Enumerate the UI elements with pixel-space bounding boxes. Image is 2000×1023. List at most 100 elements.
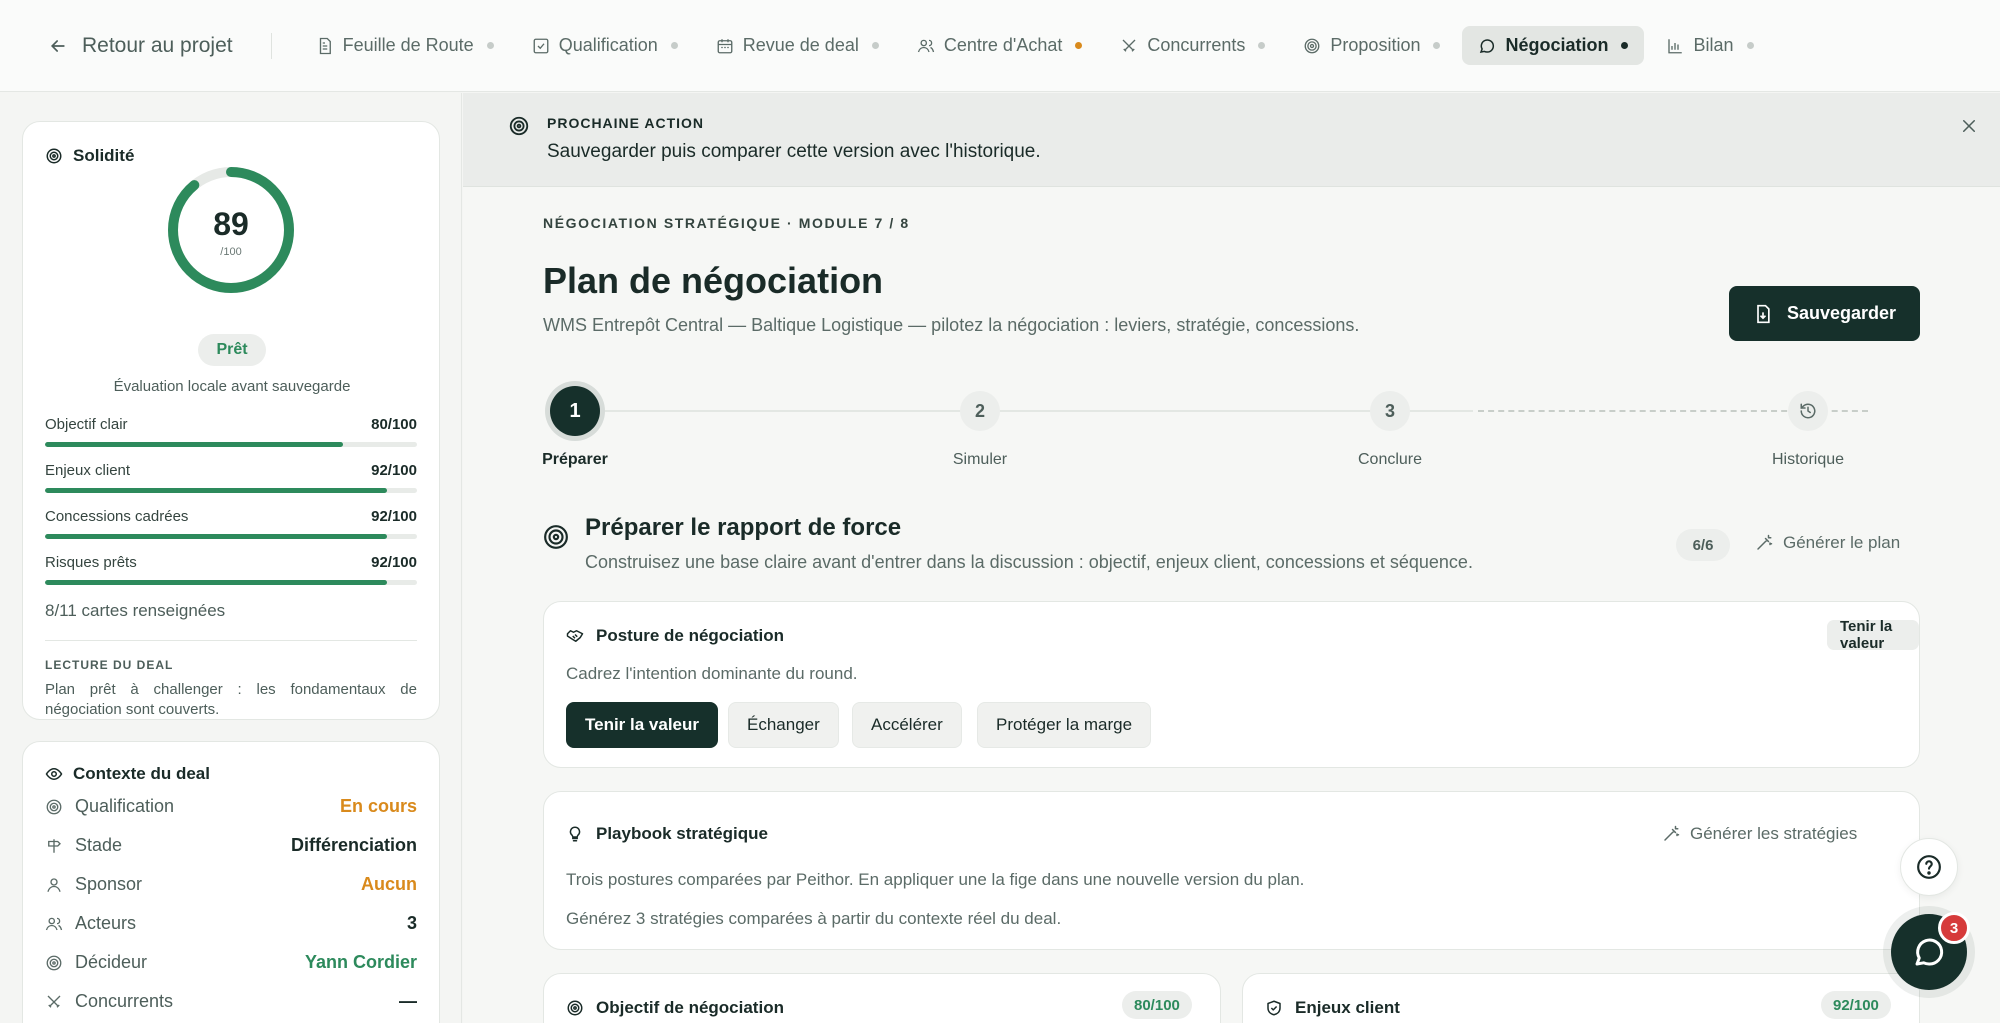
step-3[interactable]: 3: [1370, 391, 1410, 431]
back-to-project-link[interactable]: Retour au projet: [48, 34, 233, 58]
metric-value: 92/100: [371, 462, 417, 479]
playbook-title: Playbook stratégique: [596, 824, 768, 843]
next-action-text: Sauvegarder puis comparer cette version …: [547, 141, 1041, 162]
users-icon: [45, 917, 63, 930]
divider: [45, 640, 417, 641]
next-action-banner: PROCHAINE ACTION Sauvegarder puis compar…: [463, 93, 2000, 187]
tab-label: Feuille de Route: [342, 35, 474, 55]
metric-label: Concessions cadrées: [45, 508, 189, 525]
step-historique[interactable]: [1788, 391, 1828, 431]
tab-status-dot: [670, 42, 678, 49]
tab-status-dot: [1258, 42, 1266, 49]
save-label: Sauvegarder: [1786, 303, 1897, 323]
close-icon[interactable]: [1960, 117, 1978, 135]
context-label: Qualification: [75, 796, 175, 816]
tab-label: Qualification: [558, 35, 658, 55]
step-2[interactable]: 2: [960, 391, 1000, 431]
lightbulb-icon: [569, 826, 581, 842]
context-row-sponsor: Sponsor Aucun: [45, 874, 417, 895]
target-icon: [1304, 38, 1320, 53]
context-label: Sponsor: [75, 874, 143, 894]
deal-reading-text: Plan prêt à challenger : les fondamentau…: [45, 681, 417, 718]
generate-plan-label: Générer le plan: [1783, 533, 1901, 552]
generate-plan-button[interactable]: Générer le plan: [1755, 533, 1900, 553]
tab-status-dot: [486, 42, 494, 49]
posture-header: Posture de négociation: [566, 626, 784, 646]
posture-option-echanger[interactable]: Échanger: [728, 702, 839, 748]
step-1[interactable]: 1: [550, 386, 600, 436]
arrow-left-icon: [50, 39, 65, 52]
metric-value: 92/100: [371, 554, 417, 571]
step-label-simuler: Simuler: [952, 451, 1008, 468]
context-row-concurrents: Concurrents —: [45, 991, 417, 1012]
chat-bubble-icon: [1915, 938, 1944, 966]
client-stakes-header: Enjeux client: [1265, 998, 1400, 1018]
metric-value: 92/100: [371, 508, 417, 525]
sidebar: Solidité 89 /100 Prêt Évaluation locale …: [0, 93, 462, 1023]
tab-label: Proposition: [1330, 35, 1421, 55]
metric-label: Objectif clair: [45, 416, 128, 433]
objective-title: Objectif de négociation: [596, 998, 784, 1017]
user-icon: [47, 877, 61, 892]
context-value: Yann Cordier: [304, 952, 417, 972]
context-label: Décideur: [75, 952, 148, 972]
context-label: Acteurs: [75, 913, 137, 933]
context-row-decideur: Décideur Yann Cordier: [45, 952, 417, 973]
users-icon: [917, 39, 935, 52]
objective-score: 80/100: [1122, 991, 1192, 1019]
magic-wand-icon: [1757, 534, 1773, 550]
metric-fill: [45, 580, 388, 585]
tab-bilan[interactable]: Bilan: [1650, 26, 1769, 65]
posture-option-accelerer[interactable]: Accélérer: [852, 702, 962, 748]
tab-revue-de-deal[interactable]: Revue de deal: [700, 26, 895, 65]
calendar-icon: [717, 38, 733, 53]
metric-label: Enjeux client: [45, 462, 131, 479]
tab-centre-d-achat[interactable]: Centre d'Achat: [901, 26, 1099, 65]
context-value: Différenciation: [290, 835, 417, 855]
objective-header: Objectif de négociation: [566, 998, 784, 1018]
client-stakes-card: Enjeux client 92/100: [1242, 973, 1920, 1023]
top-nav: Retour au projet Feuille de Route Qualif…: [0, 0, 2000, 92]
deal-context-card: Contexte du deal Qualification En cours …: [22, 741, 440, 1023]
context-value: 3: [406, 913, 417, 933]
deal-context-header: Contexte du deal: [45, 764, 210, 784]
tab-label: Revue de deal: [742, 35, 859, 55]
posture-option-tenir-la-valeur[interactable]: Tenir la valeur: [566, 702, 719, 748]
target-icon: [46, 148, 62, 164]
posture-option-proteger-la-marge[interactable]: Protéger la marge: [977, 702, 1152, 748]
metric-fill: [45, 488, 388, 493]
metric-fill: [45, 534, 388, 539]
playbook-panel: Playbook stratégique Générer les stratég…: [543, 791, 1920, 950]
solidity-header: Solidité: [45, 146, 134, 166]
module-eyebrow: NÉGOCIATION STRATÉGIQUE · MODULE 7 / 8: [543, 215, 910, 231]
step-label-conclure: Conclure: [1357, 451, 1423, 468]
playbook-header: Playbook stratégique: [566, 824, 768, 844]
section-subtitle: Construisez une base claire avant d'entr…: [585, 552, 1473, 572]
objective-card: Objectif de négociation 80/100: [543, 973, 1221, 1023]
context-label: Concurrents: [75, 991, 174, 1011]
deal-context-title: Contexte du deal: [73, 764, 210, 783]
tab-proposition[interactable]: Proposition: [1287, 26, 1456, 65]
cards-filled-count: 8/11 cartes renseignées: [45, 601, 226, 620]
target-icon: [509, 116, 529, 136]
generate-strategies-label: Générer les stratégies: [1690, 824, 1858, 843]
help-button[interactable]: [1900, 838, 1958, 896]
tab-qualification[interactable]: Qualification: [516, 26, 694, 65]
handshake-icon: [566, 630, 584, 642]
generate-strategies-button[interactable]: Générer les stratégies: [1662, 824, 1857, 844]
eye-icon: [45, 767, 63, 781]
tab-label: Concurrents: [1147, 35, 1246, 55]
magic-wand-icon: [1664, 825, 1680, 841]
save-button[interactable]: Sauvegarder: [1729, 286, 1920, 341]
tab-feuille-de-route[interactable]: Feuille de Route: [300, 26, 510, 65]
tab-negociation[interactable]: Négociation: [1462, 26, 1645, 65]
target-icon: [46, 799, 62, 814]
context-value: Aucun: [361, 874, 417, 894]
page-title: Plan de négociation: [543, 260, 884, 301]
posture-title: Posture de négociation: [596, 626, 784, 645]
metric-track: [45, 580, 417, 585]
status-badge: Prêt: [198, 334, 266, 366]
solidity-score: 89: [213, 206, 249, 242]
chat-notification-badge: 3: [1938, 912, 1970, 944]
tab-concurrents[interactable]: Concurrents: [1104, 26, 1281, 65]
